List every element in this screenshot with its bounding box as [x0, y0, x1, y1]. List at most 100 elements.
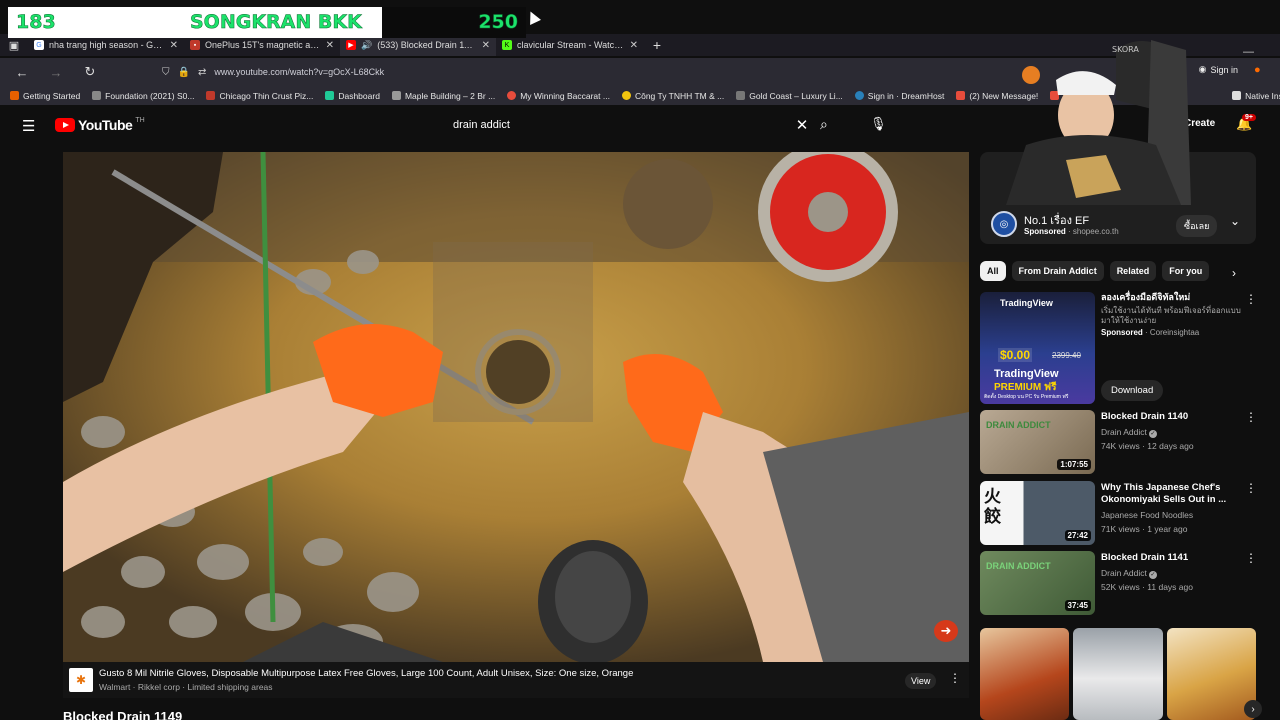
short-thumbnail[interactable]: [980, 628, 1070, 720]
youtube-logo[interactable]: YouTube TH: [55, 117, 145, 133]
recommended-video[interactable]: 火 餃 27:42 Why This Japanese Chef's Okono…: [980, 481, 1260, 547]
search-input[interactable]: [444, 119, 788, 131]
more-options-icon[interactable]: ⋮: [1245, 481, 1257, 495]
notification-count-badge: 9+: [1242, 114, 1256, 121]
video-frame: [63, 152, 969, 662]
sign-in-button[interactable]: ◉ Sign in: [1199, 64, 1238, 75]
address-bar[interactable]: ⛉ 🔒 ⇄ www.youtube.com/watch?v=gOcX-L68Ck…: [162, 62, 1022, 82]
video-meta: 71K views · 1 year ago: [1101, 524, 1188, 534]
menu-icon[interactable]: ☰: [22, 117, 35, 135]
kick-icon: K: [502, 40, 512, 50]
bookmark-item[interactable]: Công Ty TNHH TM & ...: [621, 91, 724, 101]
new-tab-button[interactable]: +: [644, 37, 670, 53]
tab-close-icon[interactable]: ✕: [170, 40, 178, 51]
video-title[interactable]: Why This Japanese Chef's Okonomiyaki Sel…: [1101, 482, 1241, 506]
tab-close-icon[interactable]: ✕: [326, 40, 334, 51]
video-player[interactable]: [63, 152, 969, 662]
ad-thumbnail[interactable]: TradingView $0.00 2399.40 TradingView PR…: [980, 292, 1095, 404]
forward-icon[interactable]: →: [44, 60, 68, 84]
bookmark-item[interactable]: (2) New Message!: [956, 91, 1038, 101]
short-thumbnail[interactable]: [1073, 628, 1163, 720]
sidebar-icon[interactable]: ▯: [1172, 64, 1178, 77]
video-meta: 74K views · 12 days ago: [1101, 441, 1194, 451]
create-button[interactable]: Create: [1184, 118, 1215, 129]
ad-advertiser: Coreinsightaa: [1149, 328, 1200, 337]
video-title: Blocked Drain 1149: [63, 709, 183, 720]
more-options-icon[interactable]: ⋮: [1245, 551, 1257, 565]
permissions-icon[interactable]: ⇄: [198, 67, 206, 78]
sign-in-label: Sign in: [1210, 64, 1238, 75]
chip-from-channel[interactable]: From Drain Addict: [1011, 261, 1104, 281]
bookmark-item[interactable]: Getting Started: [10, 91, 80, 101]
search-icon[interactable]: ⌕: [820, 116, 828, 133]
ad-headline[interactable]: ลองเครื่องมือดีจิทัลใหม่: [1101, 290, 1246, 304]
overlay-number: 250: [478, 11, 518, 34]
more-options-icon[interactable]: ⋮: [949, 671, 961, 685]
back-icon[interactable]: ←: [10, 60, 34, 84]
channel-name[interactable]: Japanese Food Noodles: [1101, 510, 1193, 520]
bookmark-item[interactable]: Gold Coast – Luxury Li...: [736, 91, 843, 101]
video-thumbnail[interactable]: DRAIN ADDICT 1:07:55: [980, 410, 1095, 474]
more-options-icon[interactable]: ⋮: [1245, 292, 1257, 306]
chip-for-you[interactable]: For you: [1162, 261, 1210, 281]
youtube-header: ☰ YouTube TH ✕ ⌕ 🎙 Create 🔔 9+: [0, 108, 1280, 144]
chevron-right-icon[interactable]: ›: [1232, 266, 1236, 280]
page-icon: [391, 91, 401, 100]
bookmark-item[interactable]: Sign in · DreamHost: [854, 91, 944, 101]
download-button[interactable]: Download: [1101, 380, 1164, 401]
shop-now-button[interactable]: ซื้อเลย: [1176, 215, 1218, 237]
video-title[interactable]: Blocked Drain 1141: [1101, 552, 1241, 564]
tab-title: clavicular Stream - Watch L: [517, 40, 625, 50]
tab-close-icon[interactable]: ✕: [630, 40, 638, 51]
speaker-icon[interactable]: 🔊: [361, 40, 372, 51]
ad-title[interactable]: Gusto 8 Mil Nitrile Gloves, Disposable M…: [99, 668, 633, 679]
verified-icon: ✓: [1148, 571, 1157, 579]
overlay-counter-panel: 183 SONGKRAN BKK: [8, 7, 382, 38]
recommended-video[interactable]: DRAIN ADDICT 37:45 Blocked Drain 1141 Dr…: [980, 551, 1260, 617]
search-box: ✕: [444, 112, 816, 138]
tab-title: (533) Blocked Drain 1149: [377, 40, 477, 50]
clear-search-icon[interactable]: ✕: [788, 116, 816, 134]
page-icon: [1232, 91, 1242, 100]
chevron-down-icon[interactable]: ⌄: [1230, 214, 1240, 228]
tab-title: nha trang high season - Google: [49, 40, 165, 50]
video-meta: 52K views · 11 days ago: [1101, 582, 1193, 592]
sponsored-card[interactable]: ◎ No.1 เรื่อง EF Sponsored · shopee.co.t…: [980, 152, 1256, 244]
bookmark-item[interactable]: Chicago Thin Crust Piz...: [206, 91, 313, 101]
bookmark-item[interactable]: Foundation (2021) S0...: [92, 91, 194, 101]
bookmark-item[interactable]: Dashboard: [325, 91, 380, 101]
recommended-video[interactable]: DRAIN ADDICT 1:07:55 Blocked Drain 1140 …: [980, 410, 1260, 476]
video-title[interactable]: Blocked Drain 1140: [1101, 411, 1241, 423]
url-text[interactable]: www.youtube.com/watch?v=gOcX-L68Ckk: [214, 67, 384, 77]
bookmark-item[interactable]: Voice: [1050, 91, 1084, 101]
chip-related[interactable]: Related: [1109, 261, 1157, 281]
video-thumbnail[interactable]: 火 餃 27:42: [980, 481, 1095, 545]
minimize-icon[interactable]: —: [1243, 46, 1254, 58]
tab-close-icon[interactable]: ✕: [482, 40, 490, 51]
news-icon: ▪: [190, 40, 200, 50]
reload-icon[interactable]: ↻: [78, 60, 102, 84]
next-arrow-icon[interactable]: ➜: [934, 620, 958, 642]
browser-nav-bar: ← → ↻ ⛉ 🔒 ⇄ www.youtube.com/watch?v=gOcX…: [0, 58, 1280, 86]
channel-name[interactable]: Drain Addict ✓: [1101, 568, 1157, 579]
chip-all[interactable]: All: [980, 261, 1006, 281]
bookmark-item[interactable]: Native Instruments T...: [1232, 91, 1280, 101]
overlay-count: 183: [16, 11, 56, 34]
chevron-right-icon[interactable]: ›: [1244, 700, 1262, 718]
ad-price: $0.00: [998, 348, 1033, 362]
shopping-ad-strip[interactable]: ✱ Gusto 8 Mil Nitrile Gloves, Disposable…: [63, 662, 969, 698]
video-thumbnail[interactable]: DRAIN ADDICT 37:45: [980, 551, 1095, 615]
dashboard-icon: [325, 91, 335, 100]
bookmark-item[interactable]: Maple Building – 2 Br ...: [391, 91, 495, 101]
microphone-icon[interactable]: 🎙: [870, 116, 887, 132]
lock-icon[interactable]: 🔒: [178, 67, 190, 78]
firefox-menu-icon[interactable]: ●: [1254, 64, 1261, 76]
more-options-icon[interactable]: ⋮: [1245, 410, 1257, 424]
channel-name[interactable]: Drain Addict ✓: [1101, 427, 1157, 438]
thumbnail-text: 火 餃: [984, 487, 1001, 526]
bookmark-item[interactable]: My Winning Baccarat ...: [507, 91, 610, 101]
short-thumbnail[interactable]: [1166, 628, 1256, 720]
ad-view-button[interactable]: View: [905, 673, 937, 689]
bookmark-label: Chicago Thin Crust Piz...: [219, 90, 314, 101]
shield-icon[interactable]: ⛉: [162, 67, 170, 78]
